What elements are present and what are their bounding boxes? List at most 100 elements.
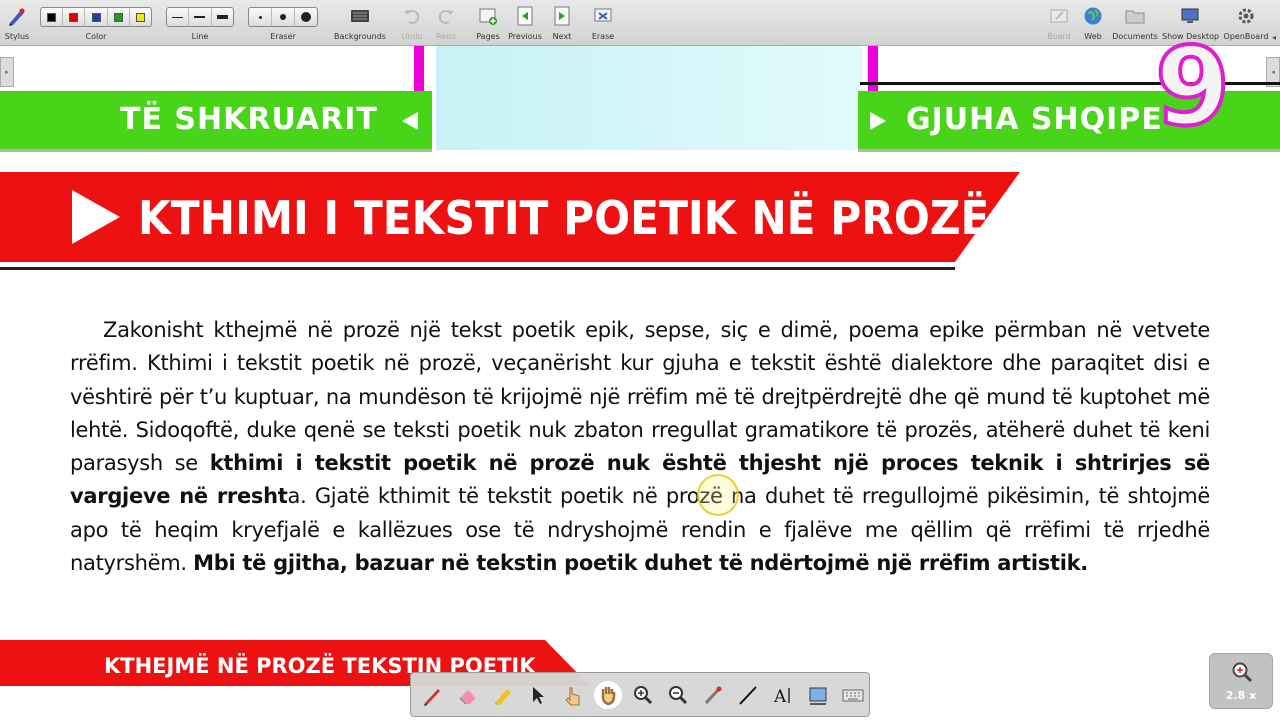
header-teal-panel <box>436 46 862 150</box>
line-group: Line <box>166 0 234 46</box>
keyboard-tool[interactable] <box>839 681 867 709</box>
line-medium-option[interactable] <box>189 8 212 26</box>
tool-palette: A <box>410 672 870 717</box>
next-label: Next <box>552 32 572 41</box>
selector-icon <box>533 687 544 704</box>
line-thick-option[interactable] <box>212 8 233 26</box>
pages-label: Pages <box>476 32 500 41</box>
zoom-indicator[interactable]: 2.8 x <box>1209 653 1273 709</box>
erase-label: Erase <box>591 32 615 41</box>
board-icon <box>1050 9 1068 23</box>
backgrounds-button[interactable]: Backgrounds <box>333 0 387 46</box>
stylus-label: Stylus <box>4 32 30 41</box>
left-banner-label: TË SHKRUARIT <box>120 102 378 137</box>
eraser-small-option[interactable] <box>249 8 272 26</box>
color-selector[interactable] <box>40 7 152 27</box>
globe-icon <box>1084 7 1102 25</box>
zoom-out-tool[interactable] <box>664 681 692 709</box>
zoom-level: 2.8 x <box>1225 689 1257 702</box>
color-label: Color <box>85 32 107 41</box>
interact-icon <box>565 687 580 706</box>
keyboard-icon <box>842 689 864 702</box>
marker-icon <box>495 689 511 705</box>
pointer-cursor <box>697 474 739 516</box>
text-tool[interactable]: A <box>769 681 797 709</box>
line-thin-option[interactable] <box>167 8 190 26</box>
add-page-icon <box>479 8 497 25</box>
eraser-medium-option[interactable] <box>272 8 295 26</box>
next-page-icon <box>554 6 570 26</box>
eraser-icon <box>459 690 476 705</box>
toolbar-collapse-icon[interactable]: ◂ <box>1272 33 1276 42</box>
previous-label: Previous <box>508 32 542 41</box>
undo-button[interactable]: Undo <box>398 0 426 46</box>
zoom-magnifier-icon <box>1232 662 1253 683</box>
documents-label: Documents <box>1112 32 1158 41</box>
color-black-swatch[interactable] <box>41 8 64 26</box>
previous-page-icon <box>517 6 533 26</box>
line-icon <box>739 686 757 705</box>
toolbar: Stylus Color Line Eraser Backgrounds Und… <box>0 0 1280 46</box>
redo-icon <box>438 9 454 24</box>
erase-button[interactable]: Erase <box>589 0 617 46</box>
zoom-out-icon <box>669 686 688 705</box>
pen-icon <box>424 689 440 706</box>
board-button[interactable]: Board <box>1044 0 1074 46</box>
color-green-swatch[interactable] <box>108 8 130 26</box>
line-label: Line <box>191 32 209 41</box>
title-banner: KTHIMI I TEKSTIT POETIK NË PROZË <box>0 172 1020 270</box>
eraser-label: Eraser <box>270 32 296 41</box>
stylus-button[interactable]: Stylus <box>2 0 32 46</box>
redo-label: Redo <box>435 32 457 41</box>
undo-icon <box>404 9 420 24</box>
eraser-large-option[interactable] <box>295 8 317 26</box>
previous-button[interactable]: Previous <box>506 0 544 46</box>
line-tool[interactable] <box>734 681 762 709</box>
marker-tool[interactable] <box>489 681 517 709</box>
selector-tool[interactable] <box>524 681 552 709</box>
backgrounds-icon <box>351 10 369 22</box>
paragraph-bold-text: Mbi të gjitha, bazuar në tekstin poetik … <box>193 551 1088 576</box>
page-header-band: TË SHKRUARIT GJUHA SHQIPE 9 <box>0 32 1280 150</box>
zoom-in-icon <box>634 686 653 705</box>
board-label: Board <box>1047 32 1071 41</box>
folder-icon <box>1125 10 1145 24</box>
eraser-group: Eraser <box>248 0 318 46</box>
capture-tool[interactable] <box>804 681 832 709</box>
right-banner-label: GJUHA SHQIPE <box>906 102 1163 137</box>
undo-label: Undo <box>401 32 423 41</box>
eraser-tool[interactable] <box>454 681 482 709</box>
redo-button[interactable]: Redo <box>432 0 460 46</box>
right-arrow-icon <box>870 112 886 130</box>
body-paragraph: Zakonisht kthejmë në prozë një tekst poe… <box>70 314 1210 580</box>
line-width-selector[interactable] <box>166 7 234 27</box>
erase-icon <box>594 8 612 22</box>
zoom-in-tool[interactable] <box>629 681 657 709</box>
next-button[interactable]: Next <box>548 0 576 46</box>
color-red-swatch[interactable] <box>63 8 86 26</box>
color-group: Color <box>40 0 152 46</box>
hand-icon <box>601 687 616 706</box>
laser-pointer-tool[interactable] <box>699 681 727 709</box>
stylus-icon <box>9 8 25 26</box>
web-button[interactable]: Web <box>1079 0 1107 46</box>
backgrounds-label: Backgrounds <box>334 32 386 41</box>
desktop-icon <box>1181 8 1199 23</box>
capture-icon <box>809 687 827 705</box>
laser-pointer-icon <box>704 686 722 705</box>
color-blue-swatch[interactable] <box>85 8 108 26</box>
eraser-size-selector[interactable] <box>248 7 318 27</box>
hand-tool[interactable] <box>594 681 622 709</box>
svg-text:A: A <box>773 687 787 706</box>
grade-number: 9 <box>1153 25 1232 150</box>
color-yellow-swatch[interactable] <box>130 8 151 26</box>
page-title: KTHIMI I TEKSTIT POETIK NË PROZË <box>138 191 990 245</box>
documents-button[interactable]: Documents <box>1112 0 1158 46</box>
left-green-banner: TË SHKRUARIT <box>0 91 432 149</box>
left-arrow-icon <box>402 112 418 130</box>
pen-tool[interactable] <box>419 681 447 709</box>
interact-tool[interactable] <box>559 681 587 709</box>
gear-icon <box>1238 8 1254 24</box>
web-label: Web <box>1084 32 1102 41</box>
pages-button[interactable]: Pages <box>473 0 503 46</box>
